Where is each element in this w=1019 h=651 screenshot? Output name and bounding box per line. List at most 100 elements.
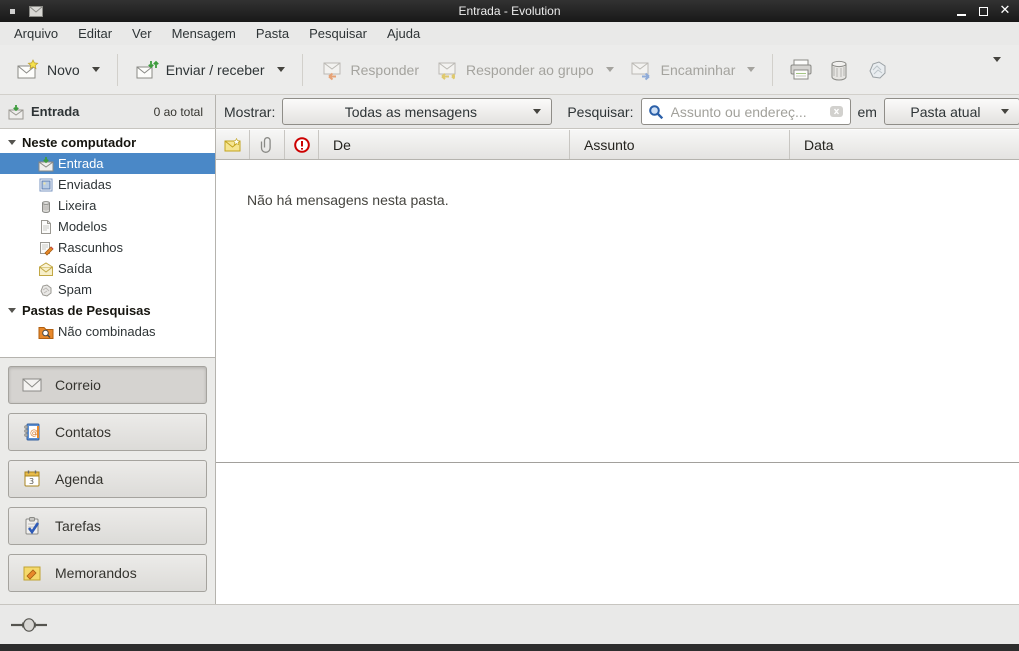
folder-spam[interactable]: Spam: [0, 279, 215, 300]
column-title: Data: [804, 137, 834, 153]
print-button[interactable]: [782, 52, 820, 88]
switcher-correio[interactable]: Correio: [8, 366, 207, 404]
expander-icon[interactable]: [8, 140, 16, 145]
online-status-button[interactable]: [10, 617, 50, 633]
clear-search-icon[interactable]: [829, 104, 844, 119]
new-dropdown-icon[interactable]: [92, 67, 100, 72]
column-attachment[interactable]: [250, 130, 285, 159]
filter-controls: Mostrar: Todas as mensagens Pesquisar: e…: [216, 95, 1019, 128]
scope-chevron-icon: [1001, 109, 1009, 114]
minimize-button[interactable]: [955, 5, 967, 17]
column-de[interactable]: De: [319, 130, 570, 159]
sidebar: Neste computador Entrada Enviadas: [0, 129, 216, 604]
column-data[interactable]: Data: [790, 130, 1019, 159]
switcher-label: Contatos: [55, 424, 111, 440]
reply-group-label: Responder ao grupo: [466, 62, 594, 78]
column-assunto[interactable]: Assunto: [570, 130, 790, 159]
search-box[interactable]: [641, 98, 851, 125]
search-input[interactable]: [669, 103, 824, 121]
svg-text:3: 3: [29, 477, 34, 486]
column-title: Assunto: [584, 137, 635, 153]
send-receive-button[interactable]: Enviar / receber: [127, 53, 293, 87]
send-receive-icon: [135, 58, 159, 82]
filterbar: Entrada 0 ao total Mostrar: Todas as men…: [0, 95, 1019, 129]
switcher-memorandos[interactable]: Memorandos: [8, 554, 207, 592]
titlebar-bullet-icon: [10, 9, 15, 14]
switcher-label: Memorandos: [55, 565, 137, 581]
trash-icon: [38, 198, 54, 214]
folder-nao-combinadas[interactable]: Não combinadas: [0, 321, 215, 342]
show-filter-value: Todas as mensagens: [293, 104, 528, 120]
switcher-tarefas[interactable]: Tarefas: [8, 507, 207, 545]
column-title: De: [333, 137, 351, 153]
message-list-body[interactable]: Não há mensagens nesta pasta.: [216, 160, 1019, 462]
svg-text:@: @: [30, 428, 38, 437]
print-icon: [788, 57, 814, 83]
new-button-label: Novo: [47, 62, 80, 78]
message-list-pane: De Assunto Data Não há mensagens nesta p…: [216, 129, 1019, 604]
search-scope-dropdown[interactable]: Pasta atual: [884, 98, 1019, 125]
component-switcher: Correio @ Contatos 3 Agenda: [0, 357, 215, 604]
reply-group-dropdown-icon[interactable]: [606, 67, 614, 72]
folder-rascunhos[interactable]: Rascunhos: [0, 237, 215, 258]
close-button[interactable]: ✕: [999, 5, 1011, 17]
folder-label: Lixeira: [58, 198, 96, 213]
toolbar-overflow-button[interactable]: [988, 62, 1011, 77]
search-label: Pesquisar:: [567, 104, 633, 120]
search-scope-value: Pasta atual: [895, 104, 996, 120]
document-icon: [38, 219, 54, 235]
menu-pesquisar[interactable]: Pesquisar: [299, 23, 377, 44]
search-icon: [648, 104, 664, 120]
show-filter-dropdown[interactable]: Todas as mensagens: [282, 98, 552, 125]
switcher-contatos[interactable]: @ Contatos: [8, 413, 207, 451]
reply-button[interactable]: Responder: [312, 53, 428, 87]
folder-lixeira[interactable]: Lixeira: [0, 195, 215, 216]
junk-button[interactable]: [858, 52, 896, 88]
show-label: Mostrar:: [224, 104, 275, 120]
screen-edge-strip: [0, 644, 1019, 651]
evolution-window: Entrada - Evolution ✕ Arquivo Editar Ver…: [0, 0, 1019, 651]
folder-label: Entrada: [58, 156, 104, 171]
maximize-button[interactable]: [977, 5, 989, 17]
window-icon: [29, 6, 43, 17]
folder-label: Enviadas: [58, 177, 111, 192]
new-button[interactable]: Novo: [8, 53, 108, 87]
folder-modelos[interactable]: Modelos: [0, 216, 215, 237]
switcher-label: Agenda: [55, 471, 103, 487]
folder-label: Modelos: [58, 219, 107, 234]
send-receive-dropdown-icon[interactable]: [277, 67, 285, 72]
forward-label: Encaminhar: [661, 62, 736, 78]
reply-group-icon: [435, 58, 459, 82]
tree-section-neste-computador[interactable]: Neste computador: [0, 132, 215, 153]
menu-pasta[interactable]: Pasta: [246, 23, 299, 44]
folder-label: Spam: [58, 282, 92, 297]
folder-saida[interactable]: Saída: [0, 258, 215, 279]
paperclip-icon: [260, 136, 274, 154]
switcher-agenda[interactable]: 3 Agenda: [8, 460, 207, 498]
column-priority[interactable]: [285, 130, 319, 159]
menu-ver[interactable]: Ver: [122, 23, 162, 44]
menu-arquivo[interactable]: Arquivo: [4, 23, 68, 44]
current-folder-name: Entrada: [31, 104, 79, 119]
expander-icon[interactable]: [8, 308, 16, 313]
folder-label: Não combinadas: [58, 324, 156, 339]
outbox-icon: [38, 261, 54, 277]
search-folder-icon: [38, 324, 54, 340]
delete-button[interactable]: [820, 52, 858, 88]
forward-button[interactable]: Encaminhar: [622, 53, 764, 87]
folder-enviadas[interactable]: Enviadas: [0, 174, 215, 195]
drafts-icon: [38, 240, 54, 256]
column-status[interactable]: [216, 130, 250, 159]
reply-group-button[interactable]: Responder ao grupo: [427, 53, 622, 87]
toolbar-separator: [772, 54, 773, 86]
menu-editar[interactable]: Editar: [68, 23, 122, 44]
toolbar-separator: [302, 54, 303, 86]
toolbar: Novo Enviar / receber Responder Responde…: [0, 45, 1019, 95]
folder-entrada[interactable]: Entrada: [0, 153, 215, 174]
menu-ajuda[interactable]: Ajuda: [377, 23, 430, 44]
tree-section-pastas-de-pesquisas[interactable]: Pastas de Pesquisas: [0, 300, 215, 321]
forward-dropdown-icon[interactable]: [747, 67, 755, 72]
preview-pane: [216, 463, 1019, 604]
menu-mensagem[interactable]: Mensagem: [162, 23, 246, 44]
switcher-label: Tarefas: [55, 518, 101, 534]
